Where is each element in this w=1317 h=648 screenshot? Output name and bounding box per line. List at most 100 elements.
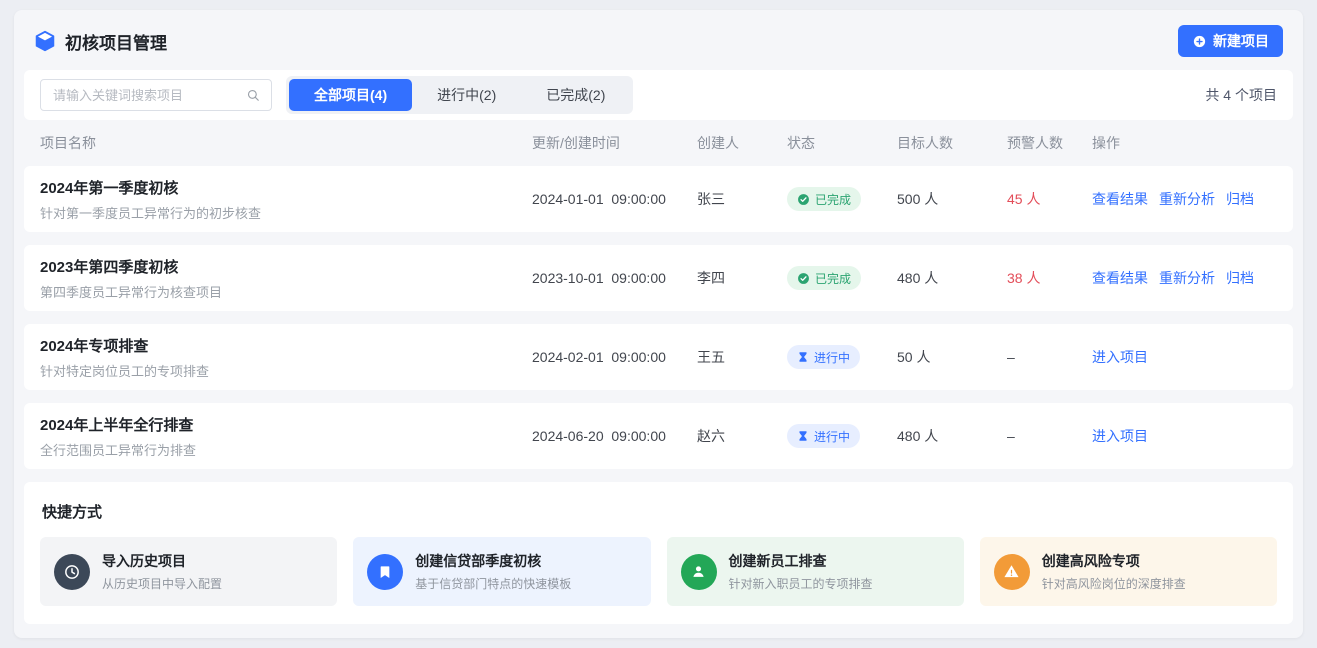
shortcut-new-employee-screening[interactable]: 创建新员工排查 针对新入职员工的专项排查 [667,537,964,606]
new-project-button[interactable]: 新建项目 [1178,25,1283,57]
shortcut-text: 创建高风险专项 针对高风险岗位的深度排查 [1042,551,1186,592]
check-circle-icon [797,272,810,285]
status-badge: 进行中 [787,345,860,369]
row-actions: 进入项目 [1092,426,1277,446]
tab-all-projects[interactable]: 全部项目(4) [289,79,412,111]
project-description: 针对第一季度员工异常行为的初步核查 [40,203,532,222]
project-description: 全行范围员工异常行为排查 [40,440,532,459]
status-cell: 进行中 [787,424,897,448]
project-title: 2024年上半年全行排查 [40,414,532,435]
project-name-cell: 2024年第一季度初核 针对第一季度员工异常行为的初步核查 [40,177,532,222]
reanalyze-link[interactable]: 重新分析 [1159,189,1215,209]
col-warning-count: 预警人数 [1007,133,1092,153]
update-time: 2024-02-01 09:00:00 [532,349,697,365]
plus-circle-icon [1192,34,1207,49]
archive-link[interactable]: 归档 [1226,268,1254,288]
warning-triangle-icon [994,554,1030,590]
shortcut-desc: 基于信贷部门特点的快速模板 [415,575,571,592]
view-results-link[interactable]: 查看结果 [1092,189,1148,209]
status-label: 进行中 [814,428,850,445]
table-row: 2024年第一季度初核 针对第一季度员工异常行为的初步核查 2024-01-01… [24,166,1293,232]
col-project-name: 项目名称 [40,133,532,153]
target-count: 500 人 [897,189,1007,209]
shortcut-title: 创建高风险专项 [1042,551,1186,571]
hourglass-icon [797,430,809,442]
row-actions: 查看结果 重新分析 归档 [1092,268,1277,288]
warning-count: – [1007,349,1092,365]
status-label: 已完成 [815,191,851,208]
col-actions: 操作 [1092,133,1277,153]
project-title: 2023年第四季度初核 [40,256,532,277]
shortcuts-panel: 快捷方式 导入历史项目 从历史项目中导入配置 [24,482,1293,624]
col-update-time: 更新/创建时间 [532,133,697,153]
project-management-panel: 初核项目管理 新建项目 全部项目(4) 进行中(2) [14,10,1303,638]
user-icon [681,554,717,590]
table-header: 项目名称 更新/创建时间 创建人 状态 目标人数 预警人数 操作 [24,120,1293,166]
table-row: 2024年专项排查 针对特定岗位员工的专项排查 2024-02-01 09:00… [24,324,1293,390]
warning-count: 38 人 [1007,268,1092,288]
target-count: 480 人 [897,268,1007,288]
status-badge: 进行中 [787,424,860,448]
filter-tabs: 全部项目(4) 进行中(2) 已完成(2) [286,76,633,114]
status-label: 已完成 [815,270,851,287]
check-circle-icon [797,193,810,206]
update-time: 2024-06-20 09:00:00 [532,428,697,444]
tab-completed[interactable]: 已完成(2) [521,79,630,111]
row-actions: 查看结果 重新分析 归档 [1092,189,1277,209]
shortcut-text: 创建信贷部季度初核 基于信贷部门特点的快速模板 [415,551,571,592]
table-row: 2023年第四季度初核 第四季度员工异常行为核查项目 2023-10-01 09… [24,245,1293,311]
clock-icon [54,554,90,590]
shortcut-title: 创建新员工排查 [729,551,873,571]
status-cell: 已完成 [787,266,897,290]
col-status: 状态 [787,133,897,153]
search-icon [246,88,261,103]
warning-count: – [1007,428,1092,444]
archive-link[interactable]: 归档 [1226,189,1254,209]
enter-project-link[interactable]: 进入项目 [1092,347,1148,367]
update-time: 2023-10-01 09:00:00 [532,270,697,286]
view-results-link[interactable]: 查看结果 [1092,268,1148,288]
enter-project-link[interactable]: 进入项目 [1092,426,1148,446]
page-title: 初核项目管理 [65,29,167,54]
creator: 张三 [697,189,787,209]
table-row: 2024年上半年全行排查 全行范围员工异常行为排查 2024-06-20 09:… [24,403,1293,469]
creator: 王五 [697,347,787,367]
shortcut-desc: 针对高风险岗位的深度排查 [1042,575,1186,592]
shortcut-desc: 针对新入职员工的专项排查 [729,575,873,592]
creator: 赵六 [697,426,787,446]
search-input[interactable] [51,87,246,104]
shortcut-text: 创建新员工排查 针对新入职员工的专项排查 [729,551,873,592]
reanalyze-link[interactable]: 重新分析 [1159,268,1215,288]
update-time: 2024-01-01 09:00:00 [532,191,697,207]
project-description: 第四季度员工异常行为核查项目 [40,282,532,301]
shortcut-import-history[interactable]: 导入历史项目 从历史项目中导入配置 [40,537,337,606]
project-name-cell: 2023年第四季度初核 第四季度员工异常行为核查项目 [40,256,532,301]
shortcut-credit-dept-review[interactable]: 创建信贷部季度初核 基于信贷部门特点的快速模板 [353,537,650,606]
shortcut-text: 导入历史项目 从历史项目中导入配置 [102,551,222,592]
cube-icon [34,30,56,52]
search-box[interactable] [40,79,272,111]
row-actions: 进入项目 [1092,347,1277,367]
shortcuts-cards: 导入历史项目 从历史项目中导入配置 创建信贷部季度初核 基于信贷部门特点的快速模… [40,537,1277,606]
status-cell: 进行中 [787,345,897,369]
project-name-cell: 2024年专项排查 针对特定岗位员工的专项排查 [40,335,532,380]
creator: 李四 [697,268,787,288]
target-count: 50 人 [897,347,1007,367]
shortcuts-title: 快捷方式 [40,501,1277,522]
target-count: 480 人 [897,426,1007,446]
col-target-count: 目标人数 [897,133,1007,153]
tab-in-progress[interactable]: 进行中(2) [412,79,521,111]
project-title: 2024年专项排查 [40,335,532,356]
status-badge: 已完成 [787,187,861,211]
shortcut-title: 创建信贷部季度初核 [415,551,571,571]
new-project-label: 新建项目 [1213,31,1269,51]
shortcut-title: 导入历史项目 [102,551,222,571]
warning-count: 45 人 [1007,189,1092,209]
col-creator: 创建人 [697,133,787,153]
total-project-count: 共 4 个项目 [1205,85,1277,105]
bookmark-icon [367,554,403,590]
project-description: 针对特定岗位员工的专项排查 [40,361,532,380]
toolbar: 全部项目(4) 进行中(2) 已完成(2) 共 4 个项目 [24,70,1293,120]
shortcut-high-risk-special[interactable]: 创建高风险专项 针对高风险岗位的深度排查 [980,537,1277,606]
hourglass-icon [797,351,809,363]
